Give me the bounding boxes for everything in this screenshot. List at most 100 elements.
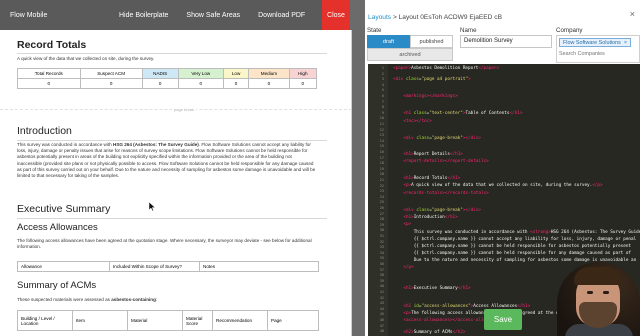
record-totals-heading: Record Totals (17, 39, 87, 51)
line-number: 9 (381, 110, 384, 115)
code-line: </p> (403, 265, 414, 270)
line-number: 25 (379, 200, 384, 205)
line-number: 17 (379, 155, 384, 160)
acm-header-location: Building / Level / Location (17, 310, 73, 331)
hide-boilerplate-button[interactable]: Hide Boilerplate (112, 12, 175, 19)
close-icon[interactable]: × (630, 9, 635, 19)
line-number: 18 (379, 161, 384, 166)
line-number: 22 (379, 183, 384, 188)
breadcrumb: Layouts > Layout 0EsToh ACDW9 EjaEED cB (368, 14, 502, 21)
notes-header: Notes (199, 261, 319, 272)
acm-header-item: Item (72, 310, 128, 331)
app-brand: Flow Mobile (10, 11, 48, 19)
close-button[interactable]: Close (322, 0, 350, 30)
code-line: <h1>Executive Summary</h1> (403, 286, 471, 291)
divider (17, 140, 327, 141)
totals-header-high: High (288, 68, 318, 79)
line-number: 47 (379, 323, 384, 328)
line-number: 1 (381, 66, 384, 70)
line-number: 7 (381, 99, 384, 104)
state-archived-option[interactable]: archived (367, 48, 453, 61)
intro-rest: . Flow Software Solutions cannot accept … (17, 142, 316, 179)
line-number: 5 (381, 88, 384, 93)
line-number: 2 (381, 71, 384, 76)
code-line: <div class="page a4 portrait"> (393, 77, 471, 82)
code-line: <h1>Record Totals</h1> (403, 176, 461, 181)
totals-cell: 0 (141, 78, 179, 89)
line-number: 38 (379, 273, 384, 278)
line-number: 20 (379, 172, 384, 177)
line-number: 3 (381, 77, 384, 82)
totals-cell: 0 (248, 78, 290, 89)
totals-cell: 0 (17, 78, 81, 89)
company-label: Company (556, 27, 583, 34)
summary-acms-description: These suspected materials were assessed … (17, 297, 157, 303)
line-number: 41 (379, 290, 384, 294)
line-number: 16 (379, 150, 384, 154)
table-row: 0 0 0 0 0 0 0 (17, 78, 318, 89)
line-number: 28 (379, 217, 384, 222)
code-line: {{ $ctrl.company.name }} cannot be held … (393, 251, 631, 256)
included-header: Included Within Scope of Survey? (109, 261, 200, 272)
acm-header-page: Page (267, 310, 319, 331)
line-number: 26 (379, 206, 384, 210)
remove-tag-icon[interactable]: × (624, 40, 627, 46)
line-number: 11 (379, 122, 384, 126)
line-number: 10 (379, 116, 384, 121)
code-line: <div class="page-break"></div> (403, 136, 481, 141)
line-number: 21 (379, 178, 384, 182)
table-row: Allowance Included Within Scope of Surve… (17, 261, 319, 272)
line-number: 48 (379, 329, 384, 334)
table-row: Building / Level / Location Item Materia… (17, 310, 319, 331)
state-draft-option[interactable]: draft (367, 35, 410, 48)
company-select[interactable]: Flow Software Solutions × (556, 35, 640, 63)
line-number: 31 (379, 234, 384, 238)
record-totals-table: Total Records Suspect ACM NADIS Very Low… (17, 68, 318, 89)
allowance-header: Allowance (17, 261, 110, 272)
webcam-overlay (557, 262, 640, 336)
company-tag-label: Flow Software Solutions (563, 39, 621, 46)
code-line: <h1>Introduction</h1> (403, 215, 458, 220)
line-number: 33 (379, 245, 384, 250)
line-number: 15 (379, 144, 384, 149)
line-number: 4 (381, 82, 384, 87)
access-allowances-description: The following access allowances have bee… (17, 238, 312, 250)
totals-header-very-low: Very Low (177, 68, 224, 79)
mouse-cursor-icon (149, 202, 155, 211)
totals-header-total: Total Records (17, 68, 81, 79)
breadcrumb-layouts-link[interactable]: Layouts (368, 14, 391, 21)
code-line: <div class="page-break"></div> (403, 208, 481, 213)
line-number: 40 (379, 284, 384, 289)
name-label: Name (460, 27, 477, 34)
totals-cell: 0 (177, 78, 224, 89)
line-number: 29 (379, 222, 384, 227)
document-preview[interactable]: Record Totals A quick view of the data t… (0, 30, 352, 336)
breadcrumb-current: > Layout 0EsToh ACDW9 EjaEED cB (391, 14, 502, 21)
table-row: Total Records Suspect ACM NADIS Very Low… (17, 68, 318, 79)
line-number: 37 (379, 267, 384, 272)
save-button[interactable]: Save (484, 309, 522, 330)
download-pdf-button[interactable]: Download PDF (251, 12, 312, 19)
acms-bold: asbestos-containing (111, 297, 156, 302)
intro-prefix: This survey was conducted in accordance … (17, 142, 114, 147)
acms-suffix: : (155, 297, 158, 302)
show-safe-areas-button[interactable]: Show Safe Areas (179, 12, 247, 19)
close-button-label: Close (327, 11, 345, 19)
line-number: 43 (379, 301, 384, 306)
executive-summary-heading: Executive Summary (17, 203, 111, 215)
code-line: <records-totals></records-totals> (403, 191, 489, 196)
page-break-label: page break (172, 107, 197, 112)
state-selector: draft published archived (367, 35, 453, 61)
company-search-input[interactable] (559, 51, 635, 57)
state-published-option[interactable]: published (410, 35, 453, 48)
totals-cell: 0 (288, 78, 318, 89)
access-allowances-heading: Access Allowances (17, 222, 98, 233)
name-input[interactable]: Demolition Survey (460, 35, 552, 48)
code-line: {{ $ctrl.company.name }} cannot be held … (393, 244, 631, 249)
totals-cell: 0 (79, 78, 143, 89)
totals-header-suspect: Suspect ACM (79, 68, 143, 79)
line-number: 14 (379, 138, 384, 143)
save-button-label: Save (493, 315, 513, 324)
code-line: <markings></markings> (403, 94, 458, 99)
line-number: 44 (379, 306, 384, 311)
